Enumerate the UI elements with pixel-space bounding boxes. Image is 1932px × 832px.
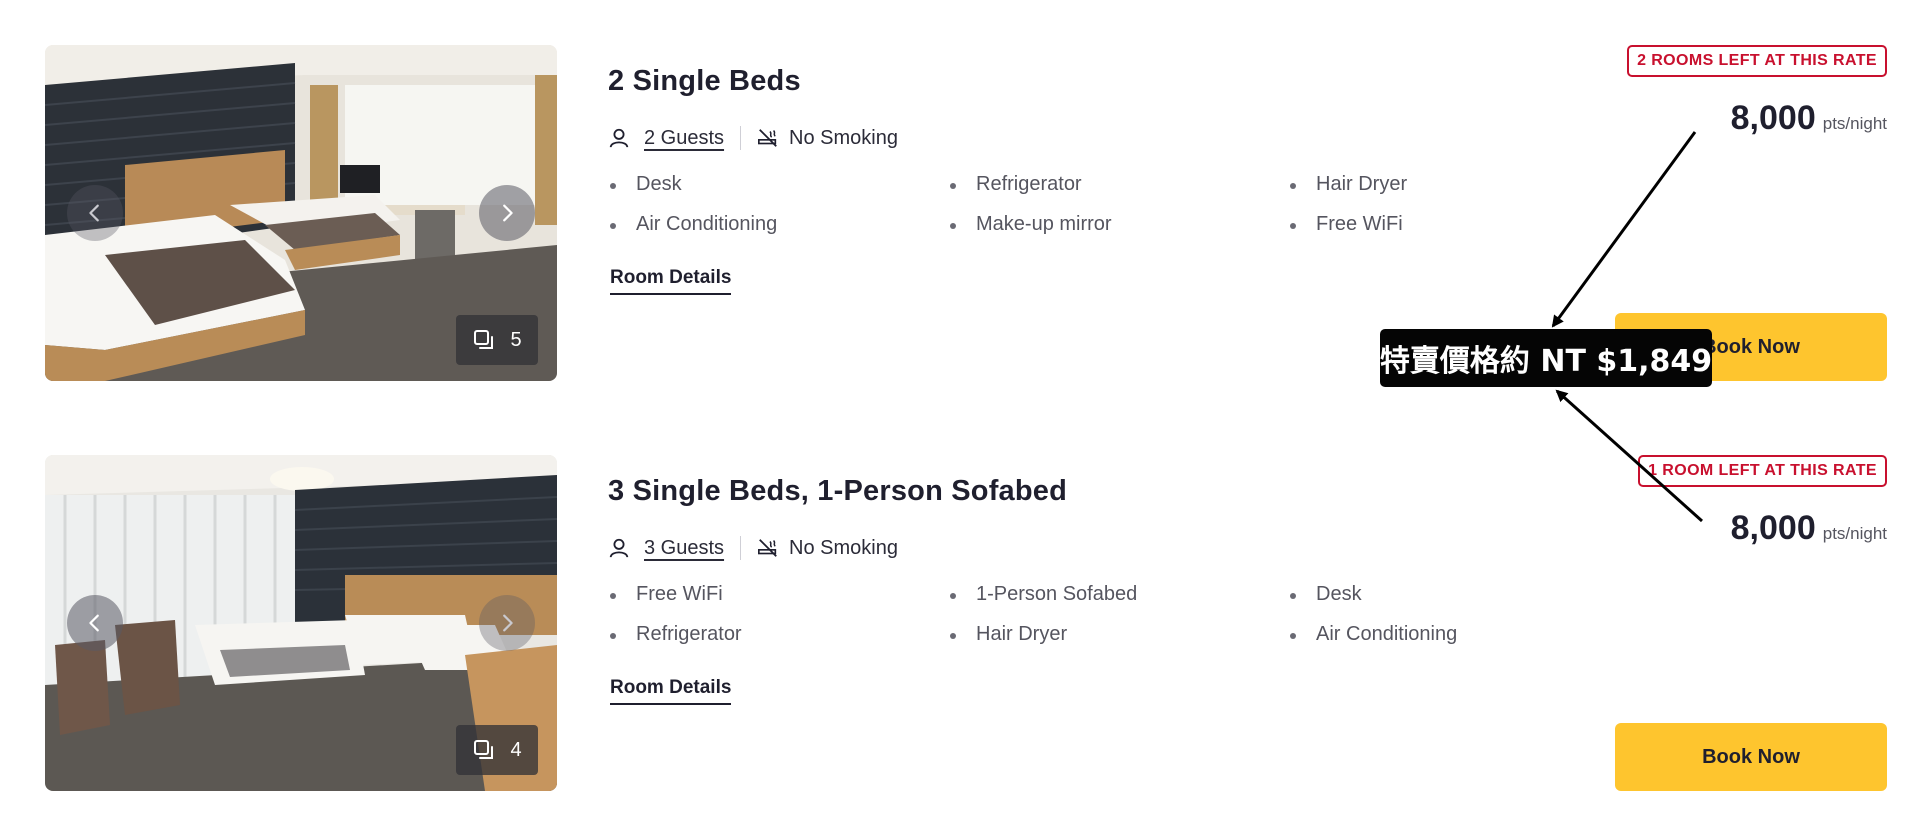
photo-prev-button[interactable] (67, 595, 123, 651)
room-card: 4 3 Single Beds, 1-Person Sofabed 3 Gues… (0, 455, 1932, 791)
book-now-button[interactable]: Book Now (1615, 723, 1887, 791)
availability-badge: 1 ROOM LEFT AT THIS RATE (1638, 455, 1887, 487)
amenity-item: Air Conditioning (608, 212, 948, 237)
amenity-item: Free WiFi (608, 582, 948, 607)
photo-count-button[interactable]: 5 (456, 315, 538, 365)
room-details-link[interactable]: Room Details (610, 267, 732, 295)
chevron-left-icon (89, 614, 99, 632)
smoking-policy: No Smoking (789, 126, 898, 149)
amenity-item: 1-Person Sofabed (948, 582, 1288, 607)
chevron-right-icon (503, 204, 513, 222)
amenity-item: Air Conditioning (1288, 622, 1538, 647)
price: 8,000 pts/night (1731, 509, 1887, 548)
room-title: 3 Single Beds, 1-Person Sofabed (608, 475, 1068, 507)
price: 8,000 pts/night (1731, 99, 1887, 138)
availability-badge: 2 ROOMS LEFT AT THIS RATE (1627, 45, 1887, 77)
no-smoking-icon (758, 129, 777, 147)
photo-next-button[interactable] (479, 185, 535, 241)
no-smoking-icon (758, 539, 777, 557)
photo-count: 4 (510, 738, 522, 761)
room-title: 2 Single Beds (608, 65, 801, 97)
gallery-icon (474, 740, 494, 759)
guests-link[interactable]: 2 Guests (644, 127, 724, 150)
guests-link[interactable]: 3 Guests (644, 537, 724, 560)
price-unit: pts/night (1822, 524, 1887, 543)
smoking-policy: No Smoking (789, 536, 898, 559)
person-icon (609, 128, 629, 148)
room-photo-carousel[interactable]: 5 (45, 45, 557, 381)
chevron-right-icon (503, 614, 513, 632)
photo-prev-button[interactable] (67, 185, 123, 241)
photo-next-button[interactable] (479, 595, 535, 651)
price-unit: pts/night (1822, 114, 1887, 133)
chevron-left-icon (89, 204, 99, 222)
room-details-link[interactable]: Room Details (610, 677, 732, 705)
gallery-icon (474, 330, 494, 349)
price-value: 8,000 (1730, 509, 1816, 547)
room-meta: 2 Guests No Smoking (608, 123, 898, 153)
amenity-list: Free WiFi 1-Person Sofabed Desk Refriger… (608, 582, 1538, 647)
amenity-item: Hair Dryer (948, 622, 1288, 647)
price-value: 8,000 (1730, 99, 1816, 137)
amenity-item: Refrigerator (948, 172, 1288, 197)
meta-divider (740, 536, 742, 560)
amenity-item: Make-up mirror (948, 212, 1288, 237)
price-annotation: 特賣價格約 NT $1,849 (1380, 329, 1712, 387)
photo-count-button[interactable]: 4 (456, 725, 538, 775)
person-icon (609, 538, 629, 558)
amenity-list: Desk Refrigerator Hair Dryer Air Conditi… (608, 172, 1538, 237)
amenity-item: Desk (1288, 582, 1538, 607)
amenity-item: Free WiFi (1288, 212, 1538, 237)
room-photo-carousel[interactable]: 4 (45, 455, 557, 791)
photo-count: 5 (510, 328, 522, 351)
amenity-item: Desk (608, 172, 948, 197)
amenity-item: Refrigerator (608, 622, 948, 647)
room-list: 5 2 Single Beds 2 Guests No Smoking Desk… (0, 0, 1932, 832)
meta-divider (740, 126, 742, 150)
room-meta: 3 Guests No Smoking (608, 533, 898, 563)
amenity-item: Hair Dryer (1288, 172, 1538, 197)
